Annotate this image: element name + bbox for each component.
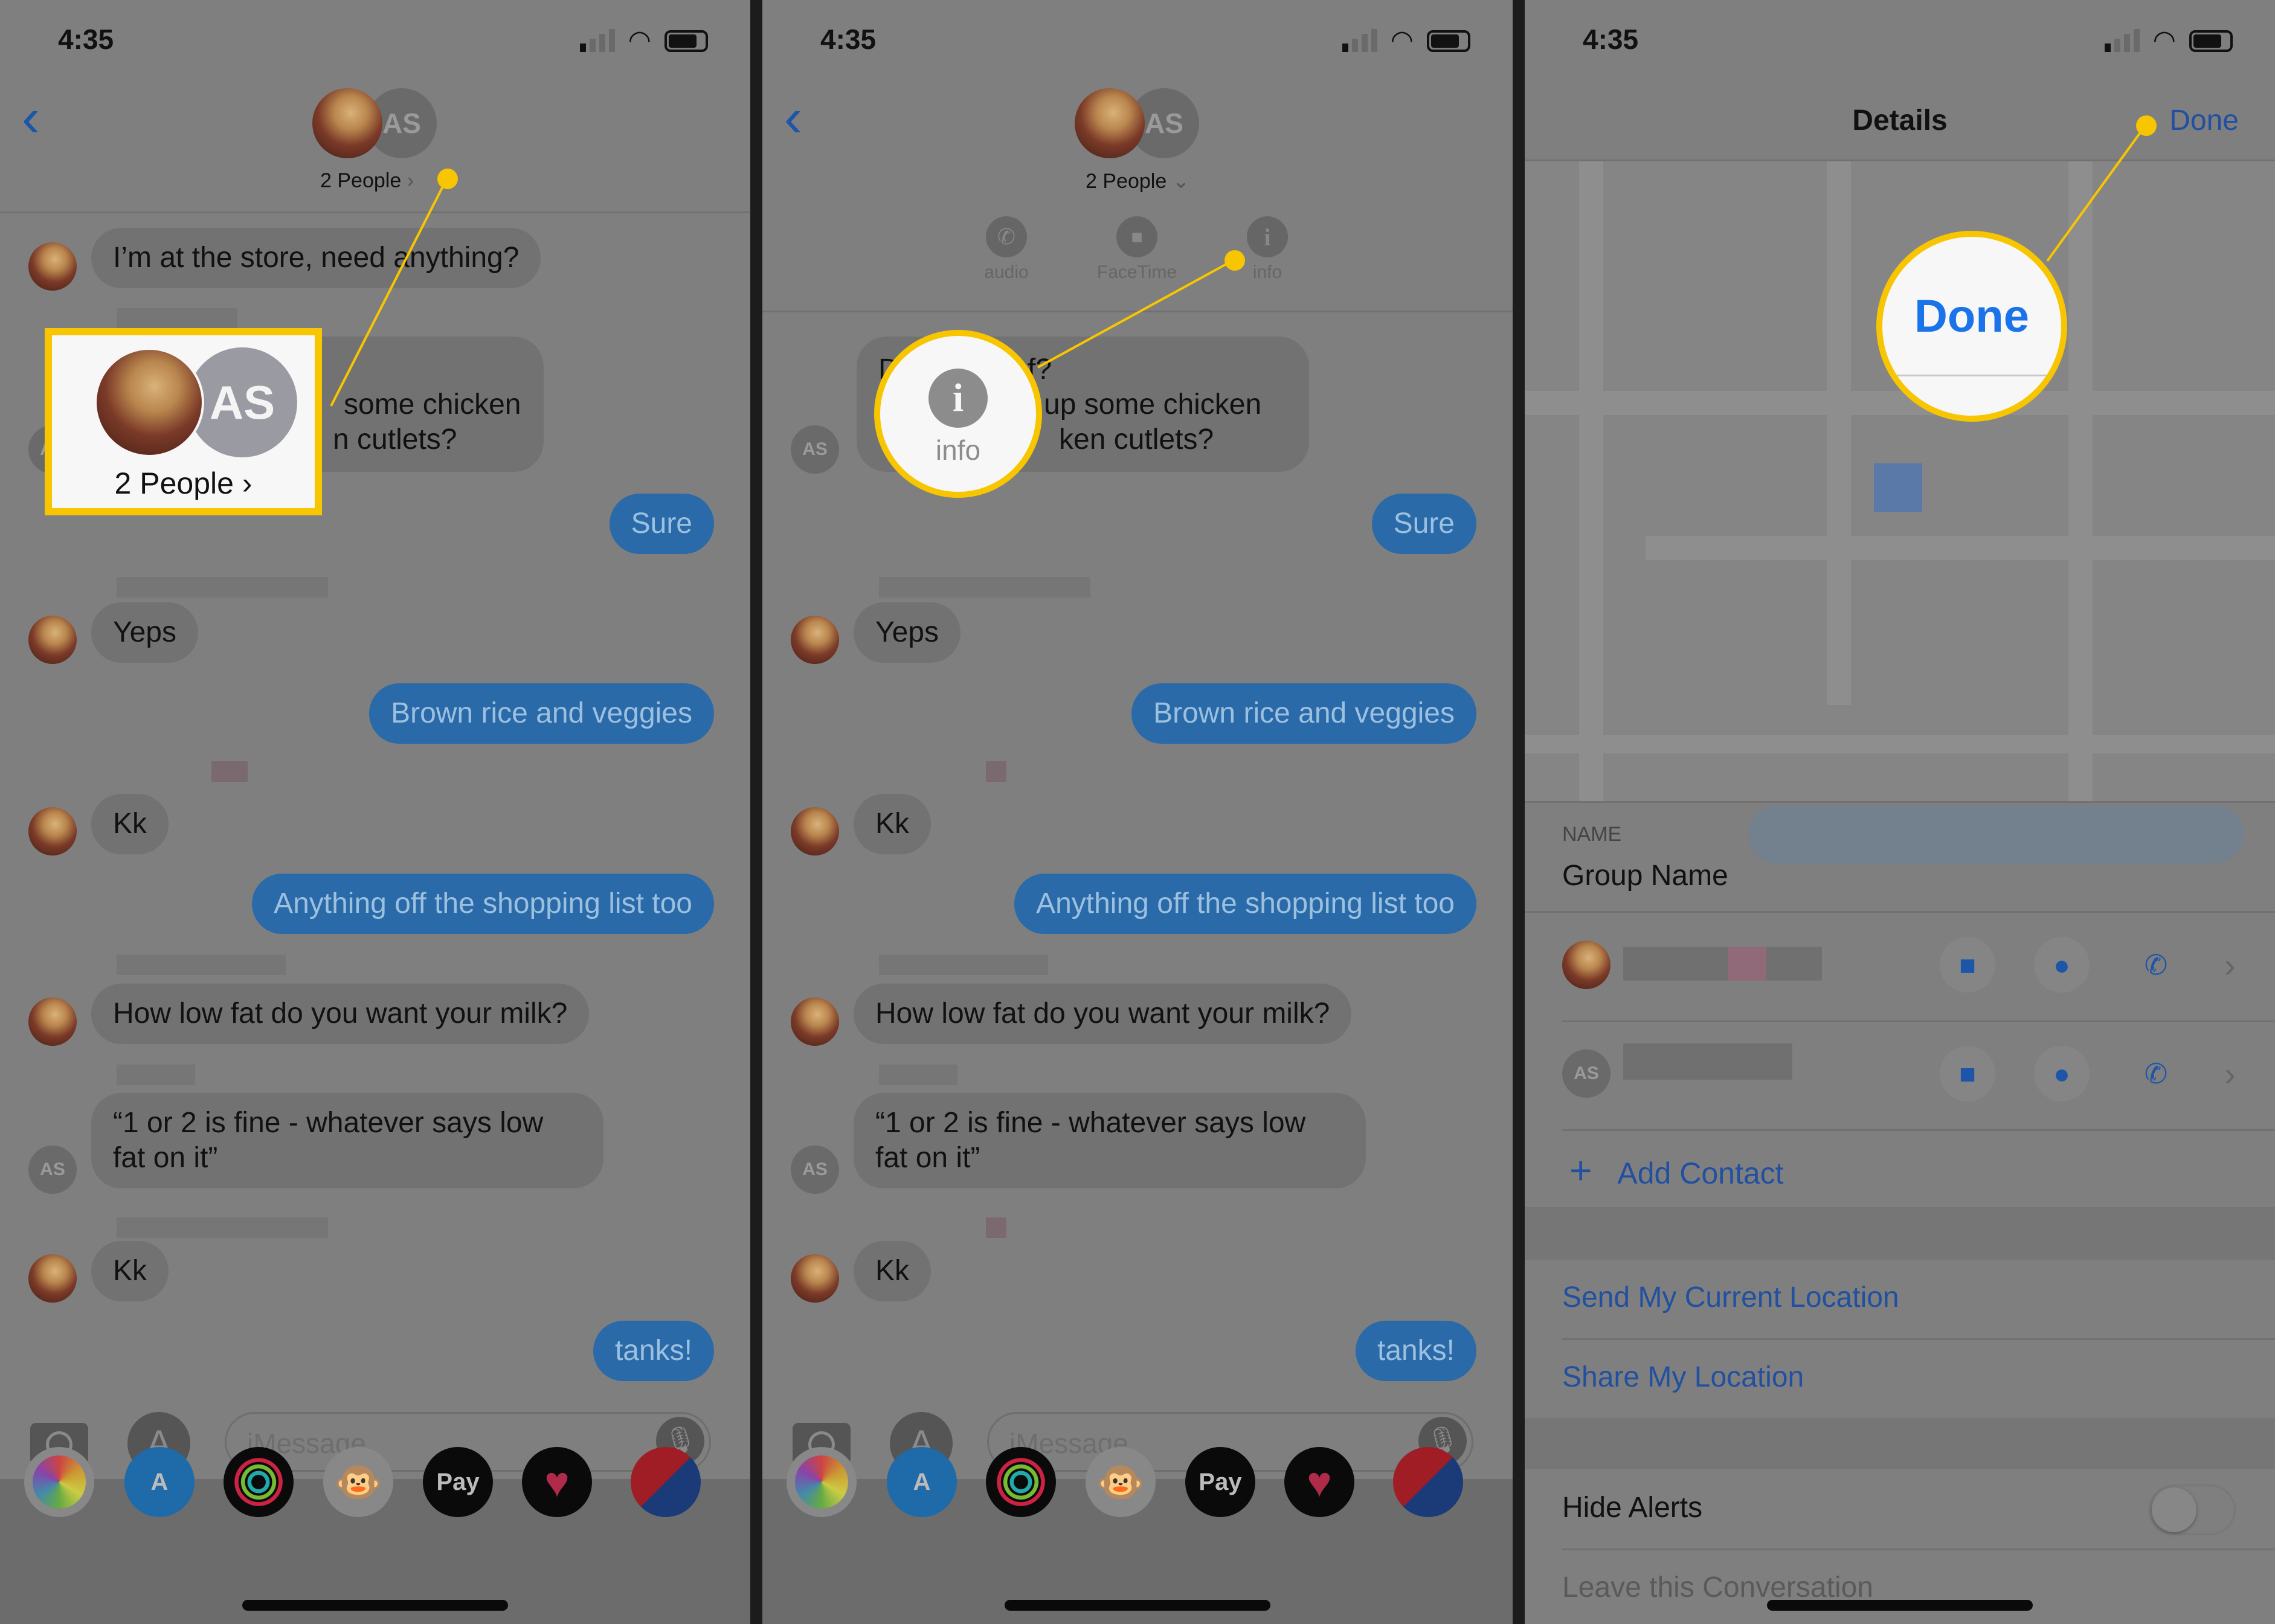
message-bubble: Yeps: [91, 602, 198, 663]
message-bubble: Kk: [854, 1241, 932, 1301]
divider: [1562, 1338, 2275, 1340]
digital-touch-app-icon[interactable]: ♥: [522, 1447, 592, 1517]
divider: [1562, 1548, 2275, 1550]
sender-avatar: [791, 616, 839, 664]
callout-dot: [437, 169, 458, 189]
divider: [1525, 801, 2275, 803]
message-bubble-sent: tanks!: [1355, 1321, 1476, 1381]
hide-alerts-toggle[interactable]: [2149, 1484, 2236, 1535]
info-icon: i: [928, 369, 988, 428]
panel-conversation-info: 4:35 ◠ ‹ AS 2 People ⌄ ✆ audio ■ FaceTim…: [762, 0, 1513, 1624]
sender-avatar: [28, 807, 77, 856]
home-indicator: [1005, 1600, 1270, 1611]
callout-leader-line: [1037, 259, 1235, 369]
app-store-app-icon[interactable]: A: [887, 1447, 957, 1517]
digital-touch-app-icon[interactable]: ♥: [1284, 1447, 1354, 1517]
message-bubble-sent: Anything off the shopping list too: [1014, 874, 1476, 934]
activity-app-icon[interactable]: [986, 1447, 1056, 1517]
callout-dot: [1224, 250, 1245, 271]
photos-app-icon[interactable]: [24, 1447, 94, 1517]
apple-pay-app-icon[interactable]: Pay: [1185, 1447, 1255, 1517]
sender-avatar: [791, 807, 839, 856]
section-separator: [1525, 1207, 2275, 1260]
message-bubble: Kk: [91, 1241, 169, 1301]
message-bubble: Kk: [854, 794, 932, 854]
sender-avatar-as: AS: [28, 1146, 77, 1194]
panel-details: 4:35 ◠ Details Done NAME Group Name ■ ● …: [1525, 0, 2275, 1624]
share-location-button[interactable]: Share My Location: [1562, 1361, 1804, 1394]
callout-info-zoom: i info: [874, 330, 1042, 498]
animoji-app-icon[interactable]: 🐵: [323, 1447, 393, 1517]
photos-app-icon[interactable]: [787, 1447, 857, 1517]
divider: [1562, 1129, 2275, 1131]
message-bubble-icon[interactable]: ●: [2034, 1046, 2090, 1101]
message-bubble: “1 or 2 is fine - whatever says low fat o…: [854, 1093, 1366, 1188]
app-store-app-icon[interactable]: A: [124, 1447, 195, 1517]
sender-avatar-as: AS: [791, 1146, 839, 1194]
plus-icon: +: [1569, 1149, 1592, 1192]
callout-leader-line: [2046, 124, 2147, 262]
callout-done-zoom: Done: [1876, 231, 2067, 422]
add-contact-button[interactable]: + Add Contact: [1562, 1148, 1784, 1193]
send-location-button[interactable]: Send My Current Location: [1562, 1281, 1899, 1314]
callout-label: 2 People ›: [114, 466, 253, 500]
home-indicator: [242, 1600, 508, 1611]
chevron-right-icon[interactable]: ›: [2224, 1054, 2236, 1094]
divider: [1562, 1020, 2275, 1022]
home-indicator: [1767, 1600, 2033, 1611]
delta-app-icon[interactable]: [1393, 1447, 1463, 1517]
section-separator: [1525, 1418, 2275, 1469]
message-bubble: Kk: [91, 794, 169, 854]
hide-alerts-label: Hide Alerts: [1562, 1492, 1703, 1524]
message-bubble-sent: tanks!: [593, 1321, 714, 1381]
avatar-photo: [94, 347, 204, 457]
chevron-right-icon[interactable]: ›: [2224, 946, 2236, 985]
facetime-video-icon[interactable]: ■: [1940, 1046, 1995, 1101]
delta-app-icon[interactable]: [631, 1447, 701, 1517]
message-bubble: How low fat do you want your milk?: [854, 984, 1352, 1044]
message-bubble-sent: Brown rice and veggies: [1131, 683, 1476, 744]
activity-app-icon[interactable]: [224, 1447, 294, 1517]
panel-conversation-people: 4:35 ◠ ‹ AS 2 People › I’m at the store,…: [0, 0, 750, 1624]
sender-avatar: [791, 1254, 839, 1303]
facetime-video-icon[interactable]: ■: [1940, 937, 1995, 993]
divider: [1525, 911, 2275, 913]
message-bubble: “1 or 2 is fine - whatever says low fat o…: [91, 1093, 603, 1188]
message-bubble-icon[interactable]: ●: [2034, 937, 2090, 993]
animoji-app-icon[interactable]: 🐵: [1086, 1447, 1156, 1517]
phone-icon[interactable]: ✆: [2128, 1046, 2184, 1101]
sender-avatar: [28, 1254, 77, 1303]
message-bubble-sent: Anything off the shopping list too: [252, 874, 714, 934]
sender-avatar: [28, 997, 77, 1046]
sender-avatar: [791, 997, 839, 1046]
contact-avatar: [1562, 941, 1611, 989]
leave-conversation-button[interactable]: Leave this Conversation: [1562, 1571, 1873, 1604]
apple-pay-app-icon[interactable]: Pay: [423, 1447, 493, 1517]
blurred-region: [1748, 805, 2244, 863]
group-name-field[interactable]: Group Name: [1562, 859, 1728, 892]
callout-dot: [2136, 115, 2157, 136]
contact-avatar-as: AS: [1562, 1049, 1611, 1098]
message-bubble: Yeps: [854, 602, 961, 663]
message-bubble-sent: Brown rice and veggies: [369, 683, 714, 744]
sender-avatar: [28, 616, 77, 664]
message-bubble: How low fat do you want your milk?: [91, 984, 590, 1044]
phone-icon[interactable]: ✆: [2128, 937, 2184, 993]
name-label: NAME: [1562, 823, 1622, 846]
callout-people-zoom: AS 2 People ›: [45, 328, 322, 515]
